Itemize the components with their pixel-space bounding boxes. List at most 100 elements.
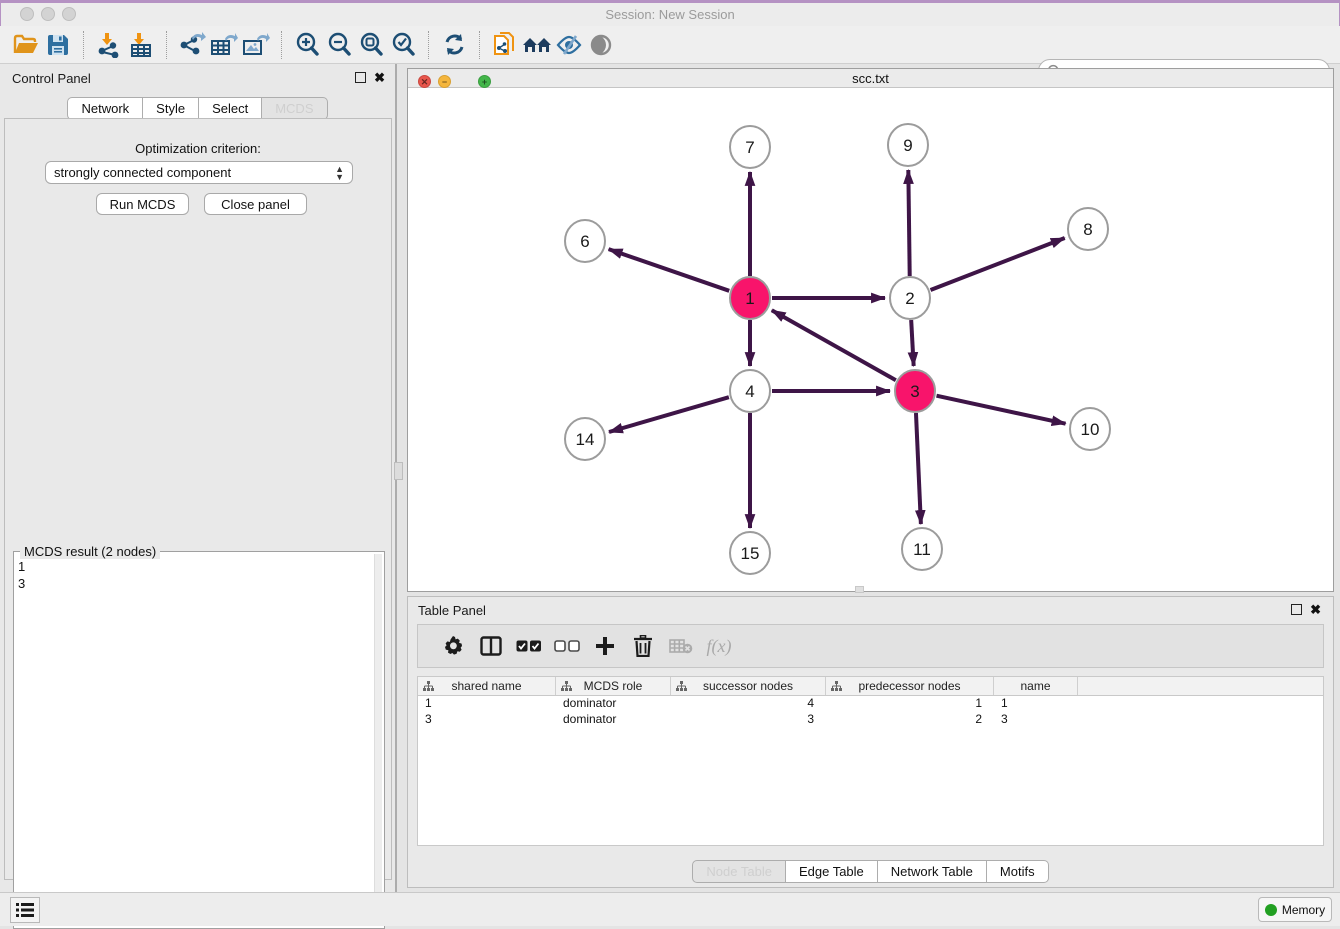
control-panel-tabs: Network Style Select MCDS <box>0 97 395 120</box>
function-builder-icon[interactable]: f(x) <box>700 636 738 657</box>
refresh-layout-icon[interactable] <box>438 30 470 60</box>
cell-successor-nodes[interactable]: 4 <box>671 696 826 712</box>
graph-node-4[interactable]: 4 <box>730 370 770 412</box>
tab-style[interactable]: Style <box>143 97 199 120</box>
graph-edge-2-3[interactable] <box>911 320 913 366</box>
column-header-predecessor-nodes[interactable]: predecessor nodes <box>826 677 994 695</box>
graph-node-15[interactable]: 15 <box>730 532 770 574</box>
select-all-columns-icon[interactable] <box>510 640 548 653</box>
cell-successor-nodes[interactable]: 3 <box>671 712 826 728</box>
zoom-in-icon[interactable] <box>291 30 323 60</box>
import-network-icon[interactable] <box>93 30 125 60</box>
tab-edge-table[interactable]: Edge Table <box>786 860 878 883</box>
graph-node-14[interactable]: 14 <box>565 418 605 460</box>
export-image-icon[interactable] <box>240 30 272 60</box>
duplicate-network-icon[interactable] <box>489 30 521 60</box>
tab-node-table[interactable]: Node Table <box>692 860 786 883</box>
criterion-select[interactable]: strongly connected component ▲▼ <box>45 161 353 184</box>
save-session-icon[interactable] <box>42 30 74 60</box>
cell-mcds-role[interactable]: dominator <box>556 712 671 728</box>
export-table-icon[interactable] <box>208 30 240 60</box>
run-mcds-button[interactable]: Run MCDS <box>96 193 189 215</box>
optimization-criterion-label: Optimization criterion: <box>5 141 391 156</box>
open-session-icon[interactable] <box>10 30 42 60</box>
node-table: shared name MCDS role successor nodes pr… <box>417 676 1324 846</box>
toolbar-separator <box>83 31 84 59</box>
cell-predecessor-nodes[interactable]: 1 <box>826 696 994 712</box>
graph-edge-3-11[interactable] <box>916 413 921 524</box>
tab-select[interactable]: Select <box>199 97 262 120</box>
close-panel-icon[interactable]: ✖ <box>374 72 385 83</box>
graph-edge-3-1[interactable] <box>772 310 896 380</box>
home-icon[interactable] <box>521 30 553 60</box>
graph-edge-3-10[interactable] <box>936 396 1065 424</box>
table-row[interactable]: 1 dominator 4 1 1 <box>418 696 1323 712</box>
deselect-all-columns-icon[interactable] <box>548 640 586 653</box>
graph-node-11[interactable]: 11 <box>902 528 942 570</box>
graph-edge-2-8[interactable] <box>931 238 1065 290</box>
graph-node-3[interactable]: 3 <box>895 370 935 412</box>
close-panel-button[interactable]: Close panel <box>204 193 307 215</box>
graph-node-7[interactable]: 7 <box>730 126 770 168</box>
result-scrollbar[interactable] <box>374 554 382 926</box>
network-graph: 7 9 6 8 1 2 4 3 14 10 15 11 <box>408 89 1333 592</box>
table-row[interactable]: 3 dominator 3 2 3 <box>418 712 1323 728</box>
task-history-button[interactable] <box>10 897 40 923</box>
column-tree-icon <box>831 681 842 692</box>
table-options-gear-icon[interactable] <box>434 636 472 656</box>
add-column-icon[interactable] <box>586 636 624 656</box>
graph-edge-2-9[interactable] <box>908 170 909 276</box>
cell-predecessor-nodes[interactable]: 2 <box>826 712 994 728</box>
float-panel-icon[interactable] <box>355 72 366 83</box>
graph-node-9[interactable]: 9 <box>888 124 928 166</box>
column-header-shared-name[interactable]: shared name <box>418 677 556 695</box>
toolbar-separator <box>281 31 282 59</box>
column-header-mcds-role[interactable]: MCDS role <box>556 677 671 695</box>
status-bar: Memory <box>0 892 1340 926</box>
column-header-name[interactable]: name <box>994 677 1078 695</box>
cell-name[interactable]: 1 <box>994 696 1078 712</box>
close-window-button[interactable] <box>20 7 34 21</box>
cell-name[interactable]: 3 <box>994 712 1078 728</box>
network-zoom-button[interactable]: + <box>478 75 491 88</box>
zoom-fit-icon[interactable] <box>355 30 387 60</box>
graph-node-6[interactable]: 6 <box>565 220 605 262</box>
memory-button[interactable]: Memory <box>1258 897 1332 922</box>
network-minimize-button[interactable]: − <box>438 75 451 88</box>
graph-edge-1-6[interactable] <box>609 249 730 291</box>
close-table-panel-icon[interactable]: ✖ <box>1310 604 1321 615</box>
cell-mcds-role[interactable]: dominator <box>556 696 671 712</box>
graph-node-10[interactable]: 10 <box>1070 408 1110 450</box>
import-table-icon[interactable] <box>125 30 157 60</box>
show-panels-icon[interactable] <box>585 30 617 60</box>
zoom-out-icon[interactable] <box>323 30 355 60</box>
table-header-row: shared name MCDS role successor nodes pr… <box>418 677 1323 696</box>
 <box>458 72 471 85</box>
svg-text:14: 14 <box>576 430 595 449</box>
export-network-icon[interactable] <box>176 30 208 60</box>
tab-network[interactable]: Network <box>67 97 143 120</box>
delete-columns-trash-icon[interactable] <box>624 635 662 657</box>
panel-splitter-grip[interactable] <box>394 462 403 480</box>
table-panel: Table Panel ✖ f(x) shar <box>407 596 1334 888</box>
minimize-window-button[interactable] <box>41 7 55 21</box>
graph-node-1[interactable]: 1 <box>730 277 770 319</box>
float-table-panel-icon[interactable] <box>1291 604 1302 615</box>
maximize-window-button[interactable] <box>62 7 76 21</box>
tab-mcds[interactable]: MCDS <box>262 97 327 120</box>
column-header-successor-nodes[interactable]: successor nodes <box>671 677 826 695</box>
graph-node-8[interactable]: 8 <box>1068 208 1108 250</box>
graph-node-2[interactable]: 2 <box>890 277 930 319</box>
tab-motifs[interactable]: Motifs <box>987 860 1049 883</box>
zoom-selected-icon[interactable] <box>387 30 419 60</box>
cell-shared-name[interactable]: 1 <box>418 696 556 712</box>
cell-shared-name[interactable]: 3 <box>418 712 556 728</box>
delete-table-icon[interactable] <box>662 638 700 654</box>
graph-edge-4-14[interactable] <box>609 397 729 432</box>
network-close-button[interactable]: ✕ <box>418 75 431 88</box>
criterion-value: strongly connected component <box>54 165 231 180</box>
tab-network-table[interactable]: Network Table <box>878 860 987 883</box>
split-panel-icon[interactable] <box>472 636 510 656</box>
hide-panels-icon[interactable] <box>553 30 585 60</box>
network-splitter-grip[interactable] <box>855 586 864 593</box>
